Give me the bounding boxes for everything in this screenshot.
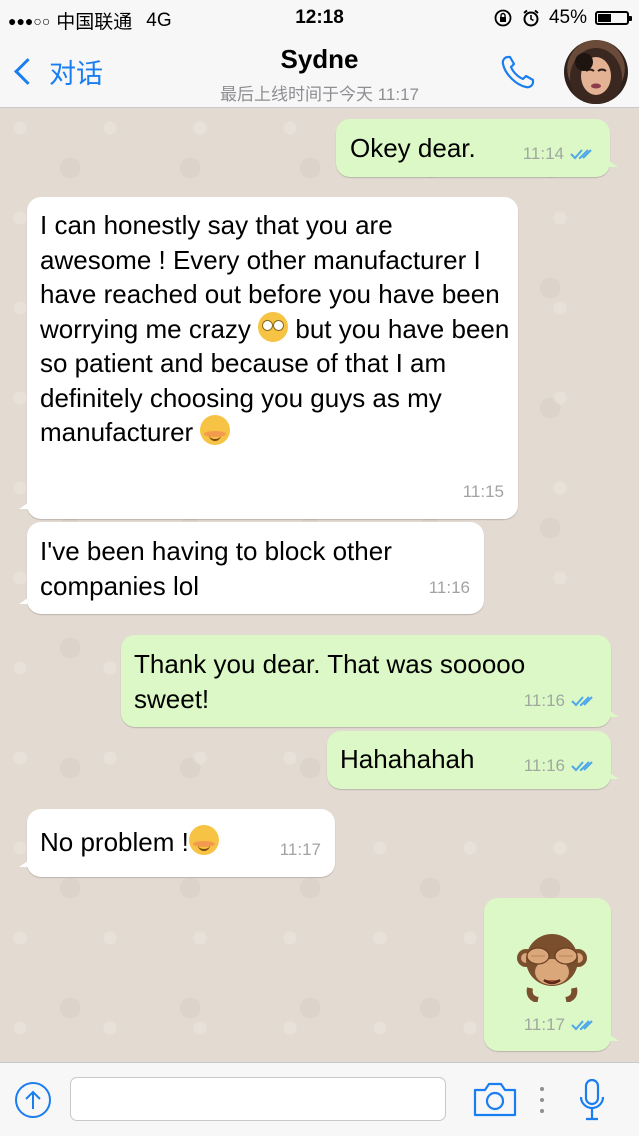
message-input[interactable] [70,1077,446,1121]
message-text: I can honestly say that you are awesome … [40,208,510,450]
message-bubble-outgoing[interactable]: Hahahahah 11:16 [327,731,619,789]
message-time: 11:17 [279,839,321,859]
message-meta: 11:17 [524,1008,597,1043]
message-text: Hahahahah [340,744,475,774]
message-time: 11:15 [462,481,504,501]
contact-avatar[interactable] [564,40,628,104]
message-meta: 11:17 [280,833,321,868]
more-dots-icon[interactable] [538,1085,546,1115]
message-text: No problem ! [40,827,189,857]
message-bubble-incoming[interactable]: I can honestly say that you are awesome … [19,197,518,519]
bubble-tail [19,501,31,509]
message-bubble-outgoing[interactable]: Thank you dear. That was sooooo sweet! 1… [121,635,619,727]
message-meta: 11:15 [463,475,504,510]
message-meta: 11:16 [429,571,470,606]
message-time: 11:16 [523,690,565,710]
message-time: 11:16 [428,577,470,597]
read-ticks-icon [571,761,593,772]
camera-icon[interactable] [472,1079,518,1119]
message-bubble-incoming[interactable]: I've been having to block other companie… [19,522,484,614]
bubble-tail [607,1033,619,1041]
bubble-tail [607,771,619,779]
message-time: 11:17 [523,1014,565,1034]
message-time: 11:14 [522,143,564,163]
bubble-tail [606,159,618,167]
message-bubble-outgoing[interactable]: 11:17 [484,898,619,1051]
status-bar: ●●●○○ 中国联通 4G 12:18 45% [0,0,639,36]
last-seen-status: 最后上线时间于今天 11:17 [219,85,419,104]
contact-name[interactable]: Sydne [0,44,639,75]
message-meta: 11:16 [524,749,597,784]
bubble-tail [19,859,31,867]
upload-arrow-icon[interactable] [14,1081,52,1119]
rolling-eyes-emoji [258,311,289,342]
message-time: 11:16 [523,755,565,775]
read-ticks-icon [570,147,596,161]
message-meta: 11:14 [523,137,596,172]
message-meta: 11:16 [524,684,597,719]
battery-percent: 45% [548,7,587,28]
message-bubble-incoming[interactable]: No problem ! 11:17 [19,809,335,877]
read-ticks-icon [571,696,593,707]
avatar-face-icon [570,48,622,104]
microphone-icon[interactable] [577,1077,607,1123]
message-bubble-outgoing[interactable]: Okey dear. 11:14 [336,119,618,177]
message-text: Okey dear. [350,133,476,163]
status-right: 45% [493,7,632,29]
battery-level [598,14,611,22]
bubble-tail [19,596,31,604]
alarm-icon [523,9,539,27]
battery-icon [595,11,632,25]
phone-icon[interactable] [496,50,540,94]
read-ticks-icon [571,1020,593,1031]
message-text: Thank you dear. That was sooooo sweet! [134,649,533,714]
message-input-bar [0,1062,639,1136]
smiling-blush-emoji [188,825,219,855]
smiling-blush-emoji [200,415,231,445]
bubble-tail [607,709,619,717]
message-text: I've been having to block other companie… [40,536,400,601]
see-no-evil-monkey-emoji [517,934,587,1002]
rotation-lock-icon [494,9,512,27]
chat-header: 对话 Sydne 最后上线时间于今天 11:17 [0,36,639,108]
